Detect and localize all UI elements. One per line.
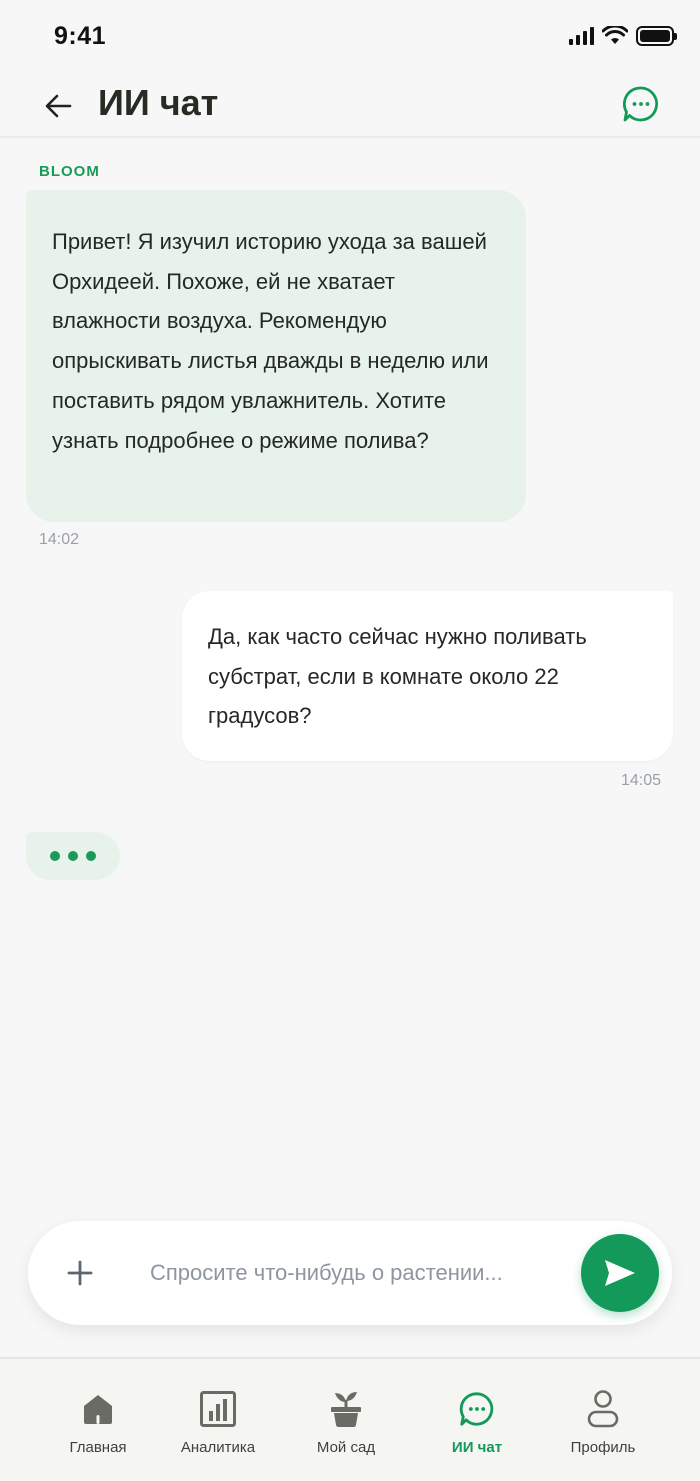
nav-item-profile[interactable]: Профиль xyxy=(563,1359,643,1481)
chat-options-icon[interactable] xyxy=(621,84,661,124)
chat-icon xyxy=(459,1392,494,1426)
nav-label: Мой сад xyxy=(316,1439,376,1456)
app-header: ИИ чат xyxy=(0,74,700,138)
nav-label: ИИ чат xyxy=(451,1439,503,1456)
message-timestamp: 14:05 xyxy=(620,772,661,789)
message-input[interactable] xyxy=(150,1251,570,1295)
battery-icon xyxy=(636,26,677,46)
typing-dot xyxy=(50,851,60,861)
nav-item-my-garden[interactable]: Мой сад xyxy=(306,1359,386,1481)
send-button[interactable] xyxy=(581,1234,659,1312)
analytics-icon xyxy=(200,1391,236,1427)
nav-item-home[interactable]: Главная xyxy=(58,1359,138,1481)
typing-dot xyxy=(86,851,96,861)
nav-item-ai-chat[interactable]: ИИ чат xyxy=(437,1359,517,1481)
cellular-signal-icon xyxy=(569,27,594,45)
status-icons xyxy=(569,26,677,46)
plant-icon xyxy=(331,1392,361,1427)
profile-icon xyxy=(587,1390,619,1428)
nav-label: Главная xyxy=(69,1439,127,1456)
back-arrow-icon[interactable] xyxy=(40,88,76,124)
home-icon xyxy=(84,1395,112,1424)
wifi-icon xyxy=(602,26,628,44)
page-title: ИИ чат xyxy=(98,82,219,123)
status-bar: 9:41 xyxy=(0,0,700,74)
typing-dot xyxy=(68,851,78,861)
nav-label: Аналитика xyxy=(180,1439,256,1456)
bot-message-bubble: Привет! Я изучил историю ухода за вашей … xyxy=(26,190,526,522)
bottom-navigation: Главная Аналитика Мой сад ИИ чат Профиль xyxy=(0,1357,700,1481)
user-message-bubble: Да, как часто сейчас нужно поливать субс… xyxy=(182,591,673,761)
message-timestamp: 14:02 xyxy=(39,531,80,548)
message-sender: BLOOM xyxy=(39,163,100,180)
nav-item-analytics[interactable]: Аналитика xyxy=(168,1359,268,1481)
status-time: 9:41 xyxy=(54,22,107,50)
nav-label: Профиль xyxy=(570,1439,636,1456)
send-icon xyxy=(605,1260,635,1286)
message-composer xyxy=(28,1221,672,1325)
typing-indicator xyxy=(26,832,120,880)
add-attachment-icon[interactable] xyxy=(66,1259,94,1287)
